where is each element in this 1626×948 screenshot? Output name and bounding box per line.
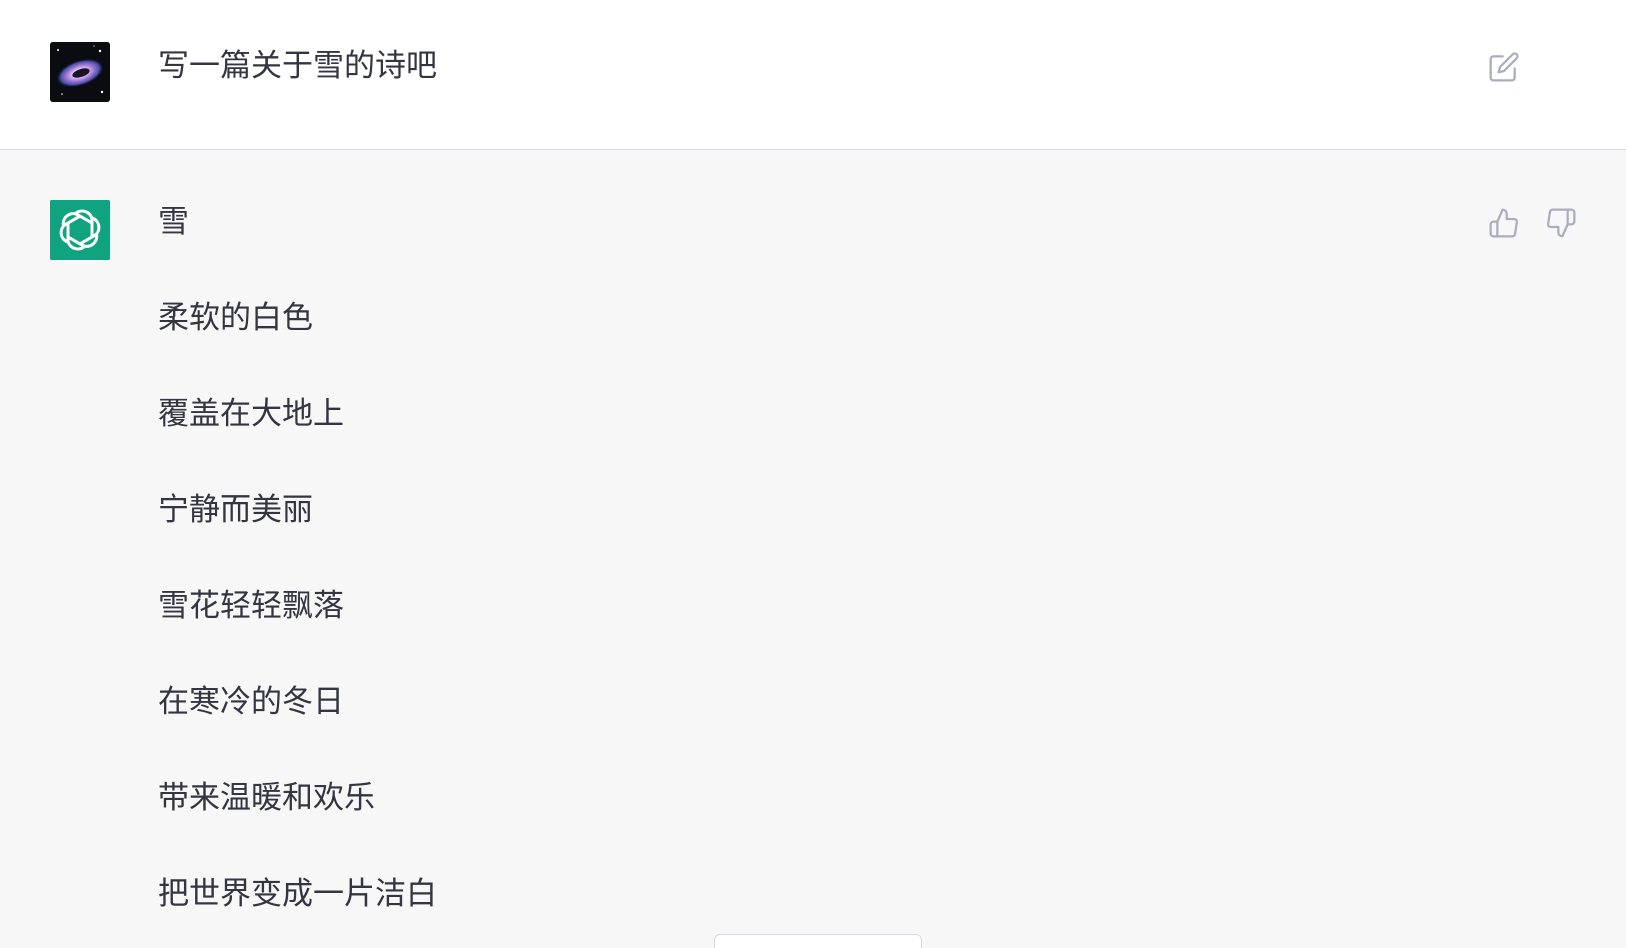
thumbs-down-icon <box>1546 208 1576 238</box>
openai-logo-icon <box>50 200 110 260</box>
poem-line: 覆盖在大地上 <box>158 396 344 432</box>
assistant-response: 雪 柔软的白色 覆盖在大地上 宁静而美丽 雪花轻轻飘落 在寒冷的冬日 带来温暖和… <box>158 200 437 948</box>
poem-line: 雪花轻轻飘落 <box>158 588 344 624</box>
thumbs-down-button[interactable] <box>1541 203 1581 243</box>
thumbs-up-icon <box>1489 208 1519 238</box>
galaxy-avatar-icon <box>50 42 110 102</box>
edit-message-button[interactable] <box>1484 47 1524 87</box>
poem-title: 雪 <box>158 204 189 240</box>
poem-line: 带来温暖和欢乐 <box>158 780 375 816</box>
edit-icon <box>1489 52 1519 82</box>
poem-line: 宁静而美丽 <box>158 492 313 528</box>
poem-line: 柔软的白色 <box>158 300 313 336</box>
user-prompt-text: 写一篇关于雪的诗吧 <box>158 48 437 84</box>
thumbs-up-button[interactable] <box>1484 203 1524 243</box>
assistant-message-row: 雪 柔软的白色 覆盖在大地上 宁静而美丽 雪花轻轻飘落 在寒冷的冬日 带来温暖和… <box>0 150 1626 948</box>
poem-line: 在寒冷的冬日 <box>158 684 344 720</box>
poem-line: 把世界变成一片洁白 <box>158 876 437 912</box>
user-message-row: 写一篇关于雪的诗吧 <box>0 0 1626 150</box>
regenerate-button-partial[interactable] <box>714 934 922 948</box>
